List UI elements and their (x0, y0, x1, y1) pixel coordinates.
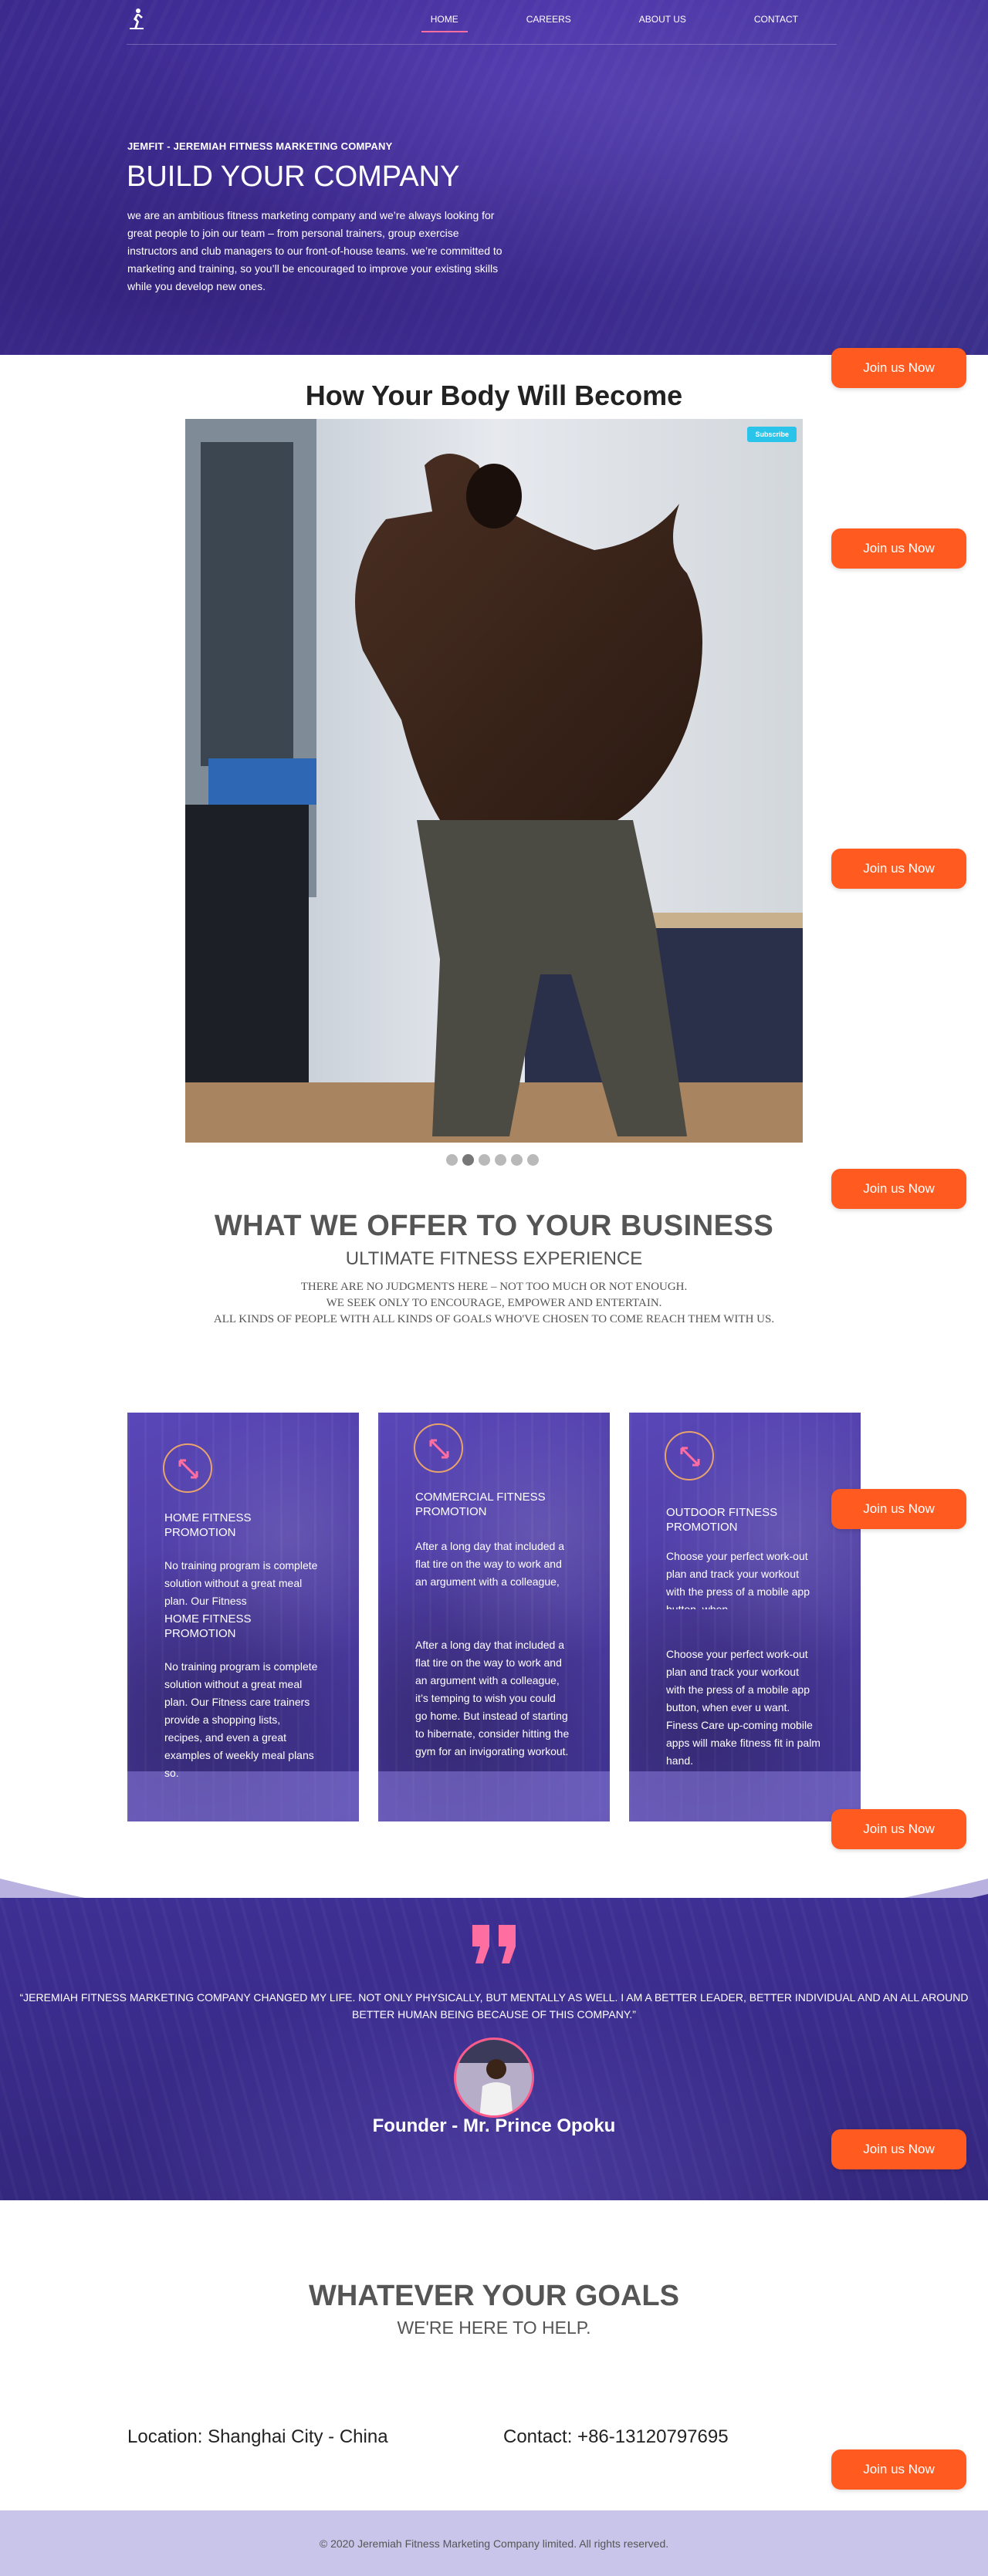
join-us-button[interactable]: Join us Now (831, 1809, 966, 1849)
join-us-button[interactable]: Join us Now (831, 1489, 966, 1529)
join-us-button[interactable]: Join us Now (831, 2129, 966, 2169)
hero-title: BUILD YOUR COMPANY (127, 160, 460, 193)
carousel-dot[interactable] (495, 1154, 506, 1166)
footer: © 2020 Jeremiah Fitness Marketing Compan… (0, 2510, 988, 2576)
card-text-preview: Choose your perfect work-out plan and tr… (666, 1550, 810, 1609)
card-text: Choose your perfect work-out plan and tr… (666, 1648, 821, 1767)
hero-section: HOME CAREERS ABOUT US CONTACT JEMFIT - J… (0, 0, 988, 355)
runner-logo-icon[interactable] (128, 8, 145, 31)
nav-careers[interactable]: CAREERS (513, 12, 585, 31)
offer-line: WE SEEK ONLY TO ENCOURAGE, EMPOWER AND E… (326, 1297, 662, 1309)
nav-contact[interactable]: CONTACT (740, 12, 812, 31)
card-text-preview: No training program is complete solution… (164, 1559, 318, 1607)
service-card-commercial[interactable]: COMMERCIAL FITNESS PROMOTION After a lon… (378, 1413, 610, 1821)
expand-arrows-icon (665, 1431, 714, 1480)
subscribe-button[interactable]: Subscribe (747, 427, 797, 442)
offer-title: WHAT WE OFFER TO YOUR BUSINESS (214, 1210, 774, 1242)
service-card-outdoor[interactable]: OUTDOOR FITNESS PROMOTION Choose your pe… (629, 1413, 861, 1821)
founder-avatar (454, 2038, 534, 2118)
card-text: No training program is complete solution… (164, 1660, 318, 1779)
carousel-dot[interactable] (446, 1154, 458, 1166)
expand-arrows-icon (163, 1443, 212, 1493)
goals-subtitle: WE'RE HERE TO HELP. (397, 2318, 591, 2338)
testimonial-quote: “JEREMIAH FITNESS MARKETING COMPANY CHAN… (19, 1991, 969, 2021)
join-us-button[interactable]: Join us Now (831, 528, 966, 569)
nav-home[interactable]: HOME (417, 12, 472, 32)
join-us-button[interactable]: Join us Now (831, 2449, 966, 2490)
card-title: COMMERCIAL FITNESS PROMOTION (415, 1491, 546, 1518)
service-cards: HOME FITNESS PROMOTION No training progr… (127, 1413, 861, 1821)
carousel-dot[interactable] (527, 1154, 539, 1166)
contact-text[interactable]: Contact: +86-13120797695 (503, 2426, 729, 2448)
join-us-button[interactable]: Join us Now (831, 348, 966, 388)
service-card-home[interactable]: HOME FITNESS PROMOTION No training progr… (127, 1413, 359, 1821)
carousel-slide-image: Subscribe (185, 419, 803, 1143)
offer-subtitle: ULTIMATE FITNESS EXPERIENCE (345, 1248, 643, 1269)
card-text: After a long day that included a flat ti… (415, 1639, 570, 1757)
copyright-text: © 2020 Jeremiah Fitness Marketing Compan… (319, 2537, 669, 2550)
carousel-dot[interactable] (479, 1154, 490, 1166)
top-navigation: HOME CAREERS ABOUT US CONTACT (127, 0, 837, 45)
card-text-preview: After a long day that included a flat ti… (415, 1540, 565, 1588)
nav-about-us[interactable]: ABOUT US (625, 12, 700, 31)
offer-line: ALL KINDS OF PEOPLE WITH ALL KINDS OF GO… (213, 1313, 775, 1325)
carousel-dot-active[interactable] (462, 1154, 474, 1166)
hero-description: we are an ambitious fitness marketing co… (127, 209, 502, 292)
join-us-button[interactable]: Join us Now (831, 1169, 966, 1209)
join-us-button[interactable]: Join us Now (831, 849, 966, 889)
card-title: OUTDOOR FITNESS PROMOTION (666, 1506, 778, 1534)
goals-title: WHATEVER YOUR GOALS (309, 2280, 679, 2312)
offer-line: THERE ARE NO JUDGMENTS HERE – NOT TOO MU… (300, 1281, 688, 1293)
card-overlay (629, 1771, 861, 1821)
location-text: Location: Shanghai City - China (127, 2426, 388, 2447)
expand-arrows-icon (414, 1423, 463, 1473)
quote-mark-icon (472, 1925, 516, 1963)
nav-links: HOME CAREERS ABOUT US CONTACT (377, 12, 812, 32)
hero-subtitle: JEMFIT - JEREMIAH FITNESS MARKETING COMP… (127, 140, 393, 152)
card-title: HOME FITNESS PROMOTION (164, 1612, 252, 1640)
carousel-dots (446, 1154, 539, 1166)
gym-photo (185, 419, 803, 1143)
carousel-dot[interactable] (511, 1154, 523, 1166)
offer-description: THERE ARE NO JUDGMENTS HERE – NOT TOO MU… (0, 1279, 988, 1328)
card-title: HOME FITNESS PROMOTION (164, 1511, 252, 1539)
card-overlay (378, 1771, 610, 1821)
